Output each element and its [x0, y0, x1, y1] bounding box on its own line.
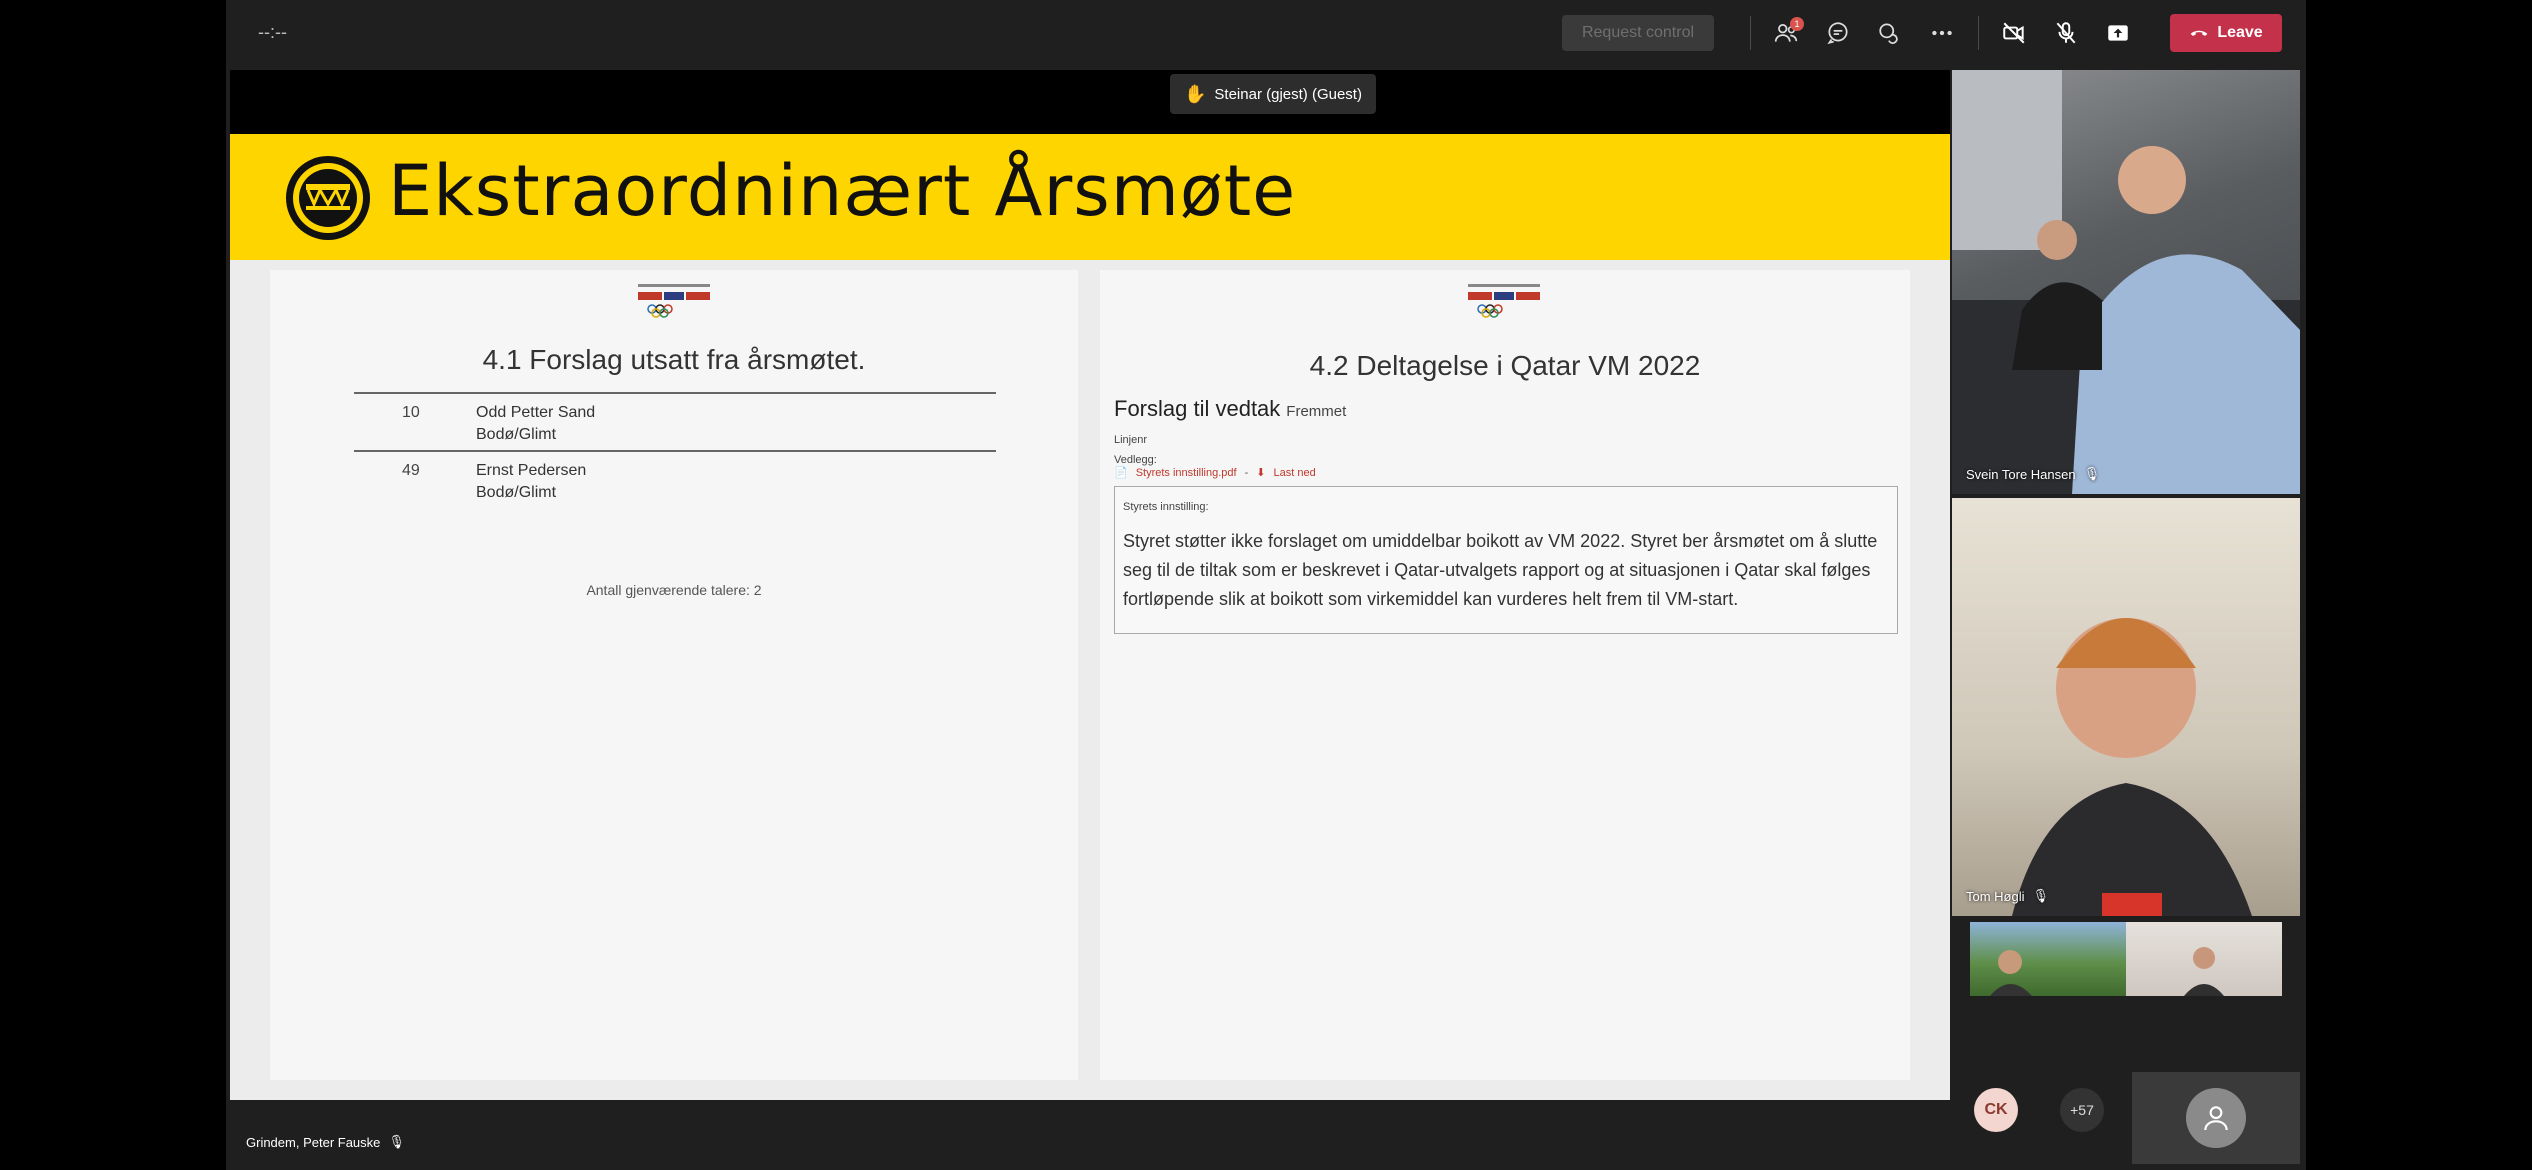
chat-icon: [1827, 22, 1848, 45]
raised-hand-name: Steinar (gjest) (Guest): [1214, 85, 1362, 103]
remaining-speakers: Antall gjenværende talere: 2: [586, 582, 762, 598]
toolbar-divider: [1750, 16, 1751, 50]
camera-off-icon: [2003, 22, 2025, 44]
nif-logo: [638, 284, 710, 318]
phone-hangup-icon: [2190, 30, 2208, 36]
raised-hand-icon: ✋: [1184, 83, 1207, 104]
line-number-label: Linjenr: [1114, 434, 1148, 446]
slide-title: Ekstraordninært Årsmøte: [388, 150, 1297, 232]
proposal-heading-text: Forslag til vedtak: [1114, 396, 1281, 421]
chat-button[interactable]: [1822, 17, 1854, 49]
participant-avatar[interactable]: CK: [1974, 1088, 2018, 1132]
presentation-slide: Ekstraordninært Årsmøte 4.1 Forslag utsa…: [230, 134, 1950, 1100]
speaker-name: Ernst Pedersen: [476, 462, 587, 479]
bodo-glimt-logo: [286, 156, 370, 240]
camera-toggle-button[interactable]: [1998, 17, 2030, 49]
request-control-button[interactable]: Request control: [1562, 15, 1714, 51]
avatar: [2186, 1088, 2246, 1148]
participant-video-feed: [1952, 70, 2300, 494]
recommendation-label: Styrets innstilling:: [1123, 501, 1209, 513]
proposal-heading: Forslag til vedtak Fremmet: [1114, 396, 1346, 422]
speaker-club: Bodø/Glimt: [476, 426, 557, 443]
self-video-tile[interactable]: [2132, 1072, 2300, 1164]
attachments-label: Vedlegg:: [1114, 454, 1157, 466]
participant-video-tile[interactable]: Svein Tore Hansen 🎙: [1952, 70, 2300, 494]
divider: [354, 450, 996, 452]
participant-video-feed: [1990, 950, 2032, 996]
leave-label: Leave: [2217, 24, 2263, 41]
presenter-name: Grindem, Peter Fauske: [246, 1134, 381, 1150]
speaker-club: Bodø/Glimt: [476, 484, 557, 501]
share-tray-icon: [2108, 25, 2128, 41]
speaker-number: 10: [402, 404, 420, 421]
participant-name: Svein Tore Hansen: [1966, 466, 2076, 482]
participant-thumbnail[interactable]: [2126, 922, 2282, 996]
participant-name-tag: Tom Høgli 🎙: [1966, 888, 2049, 904]
attachment-separator: -: [1244, 466, 1249, 479]
recommendation-text: Styret støtter ikke forslaget om umiddel…: [1123, 531, 1878, 609]
more-actions-button[interactable]: [1926, 17, 1958, 49]
leave-button[interactable]: Leave: [2170, 14, 2282, 52]
attachment-link[interactable]: Styrets innstilling.pdf: [1136, 467, 1237, 479]
meeting-timer: --:--: [258, 22, 287, 42]
proposal-panel: 4.2 Deltagelse i Qatar VM 2022 Forslag t…: [1100, 270, 1910, 1080]
pdf-file-icon: 📄: [1114, 467, 1128, 479]
download-link[interactable]: Last ned: [1273, 467, 1315, 479]
more-participants-button[interactable]: +57: [2060, 1088, 2104, 1132]
speaker-entry: Odd Petter Sand Bodø/Glimt: [476, 402, 595, 446]
mic-toggle-button[interactable]: [2050, 17, 2082, 49]
participants-count-badge: 1: [1790, 17, 1804, 31]
participant-video-feed: [2184, 947, 2224, 996]
raised-hand-notification: ✋ Steinar (gjest) (Guest): [1170, 74, 1376, 114]
board-recommendation-box: Styrets innstilling: Styret støtter ikke…: [1114, 486, 1898, 634]
participant-thumbnail[interactable]: [1970, 922, 2126, 996]
participant-name-tag: Svein Tore Hansen 🎙: [1966, 466, 2100, 482]
muted-mic-icon: 🎙: [388, 1134, 405, 1149]
agenda-item-title: 4.1 Forslag utsatt fra årsmøtet.: [482, 344, 866, 375]
download-icon: ⬇: [1256, 467, 1266, 479]
person-icon: [2204, 1106, 2228, 1131]
participant-video-tile[interactable]: Tom Høgli 🎙: [1952, 498, 2300, 916]
meeting-toolbar: --:-- Request control 1 Leave: [226, 0, 2306, 66]
muted-mic-icon: 🎙: [2083, 466, 2101, 481]
more-icon: [1932, 30, 1952, 36]
mic-off-icon: [2056, 22, 2076, 44]
agenda-item-title: 4.2 Deltagelse i Qatar VM 2022: [1309, 350, 1701, 381]
shared-screen-stage: ✋ Steinar (gjest) (Guest) Ekstraordninær…: [230, 70, 1950, 1100]
teams-meeting-window: --:-- Request control 1 Leave ✋ Steinar …: [226, 0, 2306, 1170]
toolbar-divider: [1978, 16, 1979, 50]
speaker-name: Odd Petter Sand: [476, 404, 596, 421]
divider: [354, 392, 996, 394]
hand-reaction-icon: [1879, 23, 1898, 45]
share-screen-button[interactable]: [2102, 17, 2134, 49]
muted-mic-icon: 🎙: [2032, 888, 2050, 903]
nif-logo: [1468, 284, 1540, 318]
speaker-number: 49: [402, 462, 420, 479]
participant-name: Tom Høgli: [1966, 888, 2025, 904]
presenter-name-tag: Grindem, Peter Fauske 🎙: [246, 1134, 405, 1150]
participants-button[interactable]: 1: [1770, 17, 1804, 49]
speaker-entry: Ernst Pedersen Bodø/Glimt: [476, 460, 586, 504]
proposal-status: Fremmet: [1286, 403, 1347, 420]
attachment-row: 📄 Styrets innstilling.pdf - ⬇ Last ned: [1114, 466, 1316, 480]
reactions-button[interactable]: [1874, 17, 1906, 49]
speaker-list-panel: 4.1 Forslag utsatt fra årsmøtet. 10 Odd …: [270, 270, 1078, 1080]
participant-video-feed: [2012, 618, 2252, 916]
slide-banner: Ekstraordninært Årsmøte: [230, 134, 1950, 260]
